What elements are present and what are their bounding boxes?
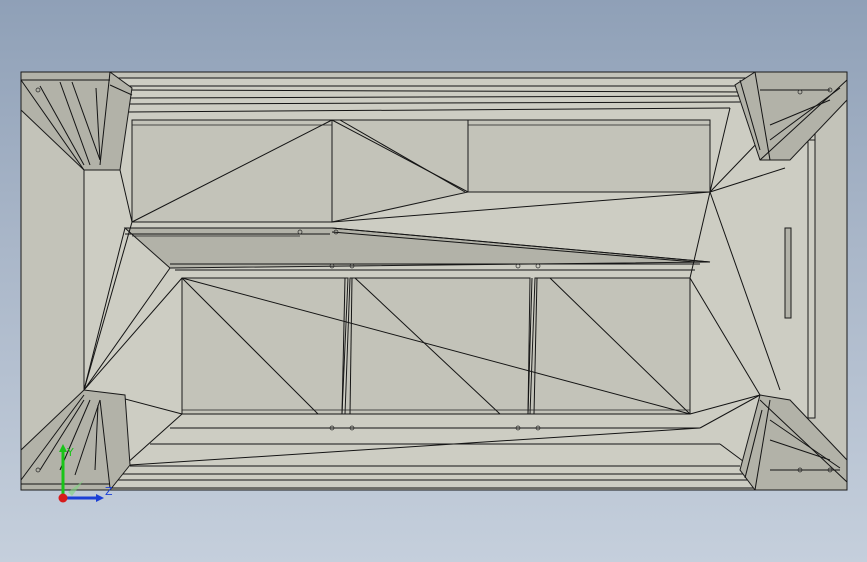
- triad-plane: [68, 480, 84, 496]
- z-axis-label: Z: [105, 485, 113, 498]
- axis-triad: Y Z: [58, 444, 113, 503]
- 3d-model-top-view[interactable]: [0, 0, 867, 562]
- y-axis-label: Y: [66, 446, 74, 459]
- y-axis-arrow: [59, 444, 67, 452]
- graphics-viewport[interactable]: Y Z: [0, 0, 867, 562]
- lower-left-pocket: [181, 277, 349, 415]
- right-flange: [807, 139, 816, 419]
- lower-right-pocket: [529, 277, 691, 415]
- z-axis-arrow: [96, 494, 104, 502]
- upper-right-pocket: [467, 119, 711, 193]
- right-tab: [784, 227, 792, 319]
- x-axis-dot: [58, 493, 68, 503]
